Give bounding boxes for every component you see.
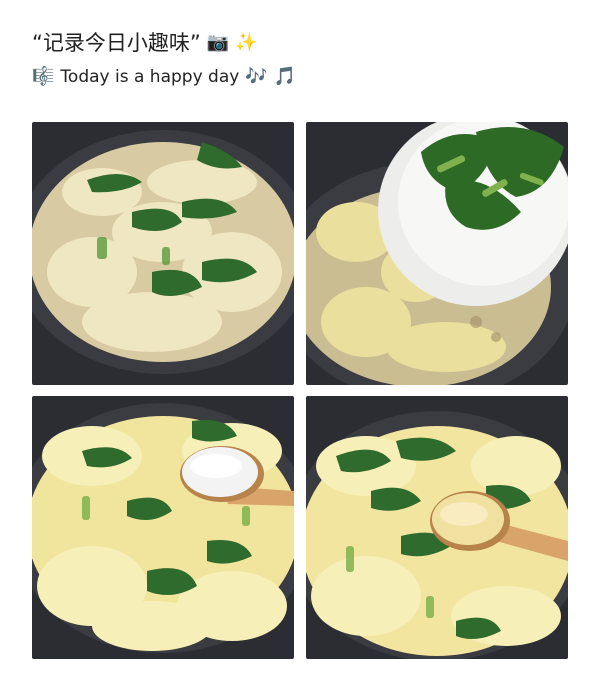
music-score-icon: 🎼 <box>32 66 55 87</box>
music-notes-icon: 🎶 <box>245 66 268 87</box>
sparkles-icon: ✨ <box>235 32 258 53</box>
post-subtitle: Today is a happy day <box>60 67 240 87</box>
post-subtitle-line: 🎼 Today is a happy day 🎶 🎵 <box>32 66 296 88</box>
post-title: “记录今日小趣味” <box>32 31 201 55</box>
photo-adding-seasoning-spoon[interactable] <box>306 396 568 659</box>
post-title-line: “记录今日小趣味” 📷 ✨ <box>32 30 296 56</box>
photo-egg-drop-soup-with-greens[interactable] <box>32 122 294 385</box>
photo-adding-spinach-to-pot[interactable] <box>306 122 568 385</box>
photo-adding-salt-spoon[interactable] <box>32 396 294 659</box>
post-header: “记录今日小趣味” 📷 ✨ 🎼 Today is a happy day 🎶 🎵 <box>32 30 296 88</box>
photo-grid <box>32 122 568 659</box>
music-note-icon: 🎵 <box>273 66 297 87</box>
camera-icon: 📷 <box>206 32 230 53</box>
